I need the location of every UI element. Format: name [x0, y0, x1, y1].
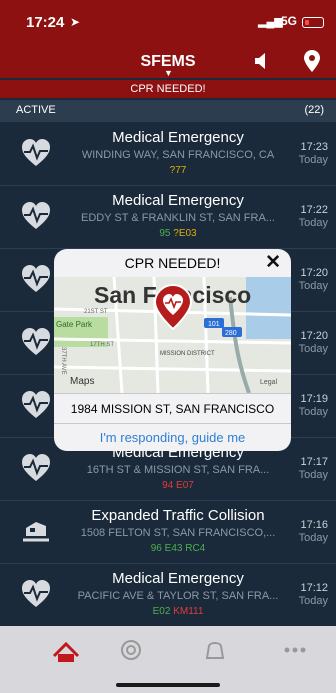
incident-address: 1984 MISSION ST, SAN FRANCISCO [54, 393, 291, 424]
incident-units: 96 E43 RC4 [60, 543, 296, 554]
incident-time: 17:20 Today [299, 330, 328, 356]
incident-time: 17:23 Today [299, 141, 328, 167]
incident-row[interactable]: Expanded Traffic Collision 1508 FELTON ST… [0, 500, 336, 564]
day-value: Today [298, 217, 328, 229]
day-value: Today [298, 406, 328, 418]
active-section-header: ACTIVE (22) [0, 100, 336, 122]
location-pin-icon[interactable] [304, 50, 320, 72]
day-value: Today [298, 280, 328, 292]
app-header: SFEMS ▼ [0, 44, 336, 78]
bay-water [246, 277, 291, 339]
time-value: 17:19 [300, 393, 328, 405]
map-street-label: 37TH AVE [60, 347, 66, 375]
network-type: 5G [281, 14, 298, 28]
day-value: Today [298, 154, 328, 166]
cpr-alert-dialog: CPR NEEDED! ✕ San Francisco Gate Park 21… [54, 249, 291, 451]
unit-badge: E43 [164, 543, 183, 554]
map-highway-label: 280 [225, 330, 237, 337]
map-view[interactable]: San Francisco Gate Park 21ST ST 17TH ST … [54, 277, 291, 393]
map-park-label: Gate Park [56, 320, 93, 329]
unit-badge: ?77 [169, 165, 187, 176]
map-highway-label: 101 [208, 321, 220, 328]
legal-link: Legal [260, 379, 278, 386]
unit-badge: ?E03 [173, 228, 197, 239]
tab-more-icon[interactable] [275, 636, 315, 664]
day-value: Today [298, 469, 328, 481]
heartbeat-icon [22, 139, 50, 166]
incident-address: WINDING WAY, SAN FRANCISCO, CA [81, 149, 275, 161]
heartbeat-icon [22, 580, 50, 607]
map-street-label: 17TH ST [90, 342, 114, 348]
incident-time: 17:17 Today [299, 456, 328, 482]
time-value: 17:20 [300, 267, 328, 279]
unit-badge: 95 [159, 228, 171, 239]
incident-row[interactable]: Medical Emergency WINDING WAY, SAN FRANCI… [0, 122, 336, 186]
day-value: Today [298, 532, 328, 544]
incident-row[interactable]: Medical Emergency PACIFIC AVE & TAYLOR ST… [0, 563, 336, 626]
tab-alerts-icon[interactable] [195, 636, 235, 664]
speaker-icon[interactable] [254, 52, 270, 70]
cpr-banner[interactable]: CPR NEEDED! [0, 80, 336, 98]
signal-icon: ▂▄▆ [258, 16, 283, 28]
incident-time: 17:16 Today [299, 519, 328, 545]
unit-badge: 96 [150, 543, 162, 554]
active-count: (22) [304, 104, 324, 116]
incident-address: 16TH ST & MISSION ST, SAN FRA... [86, 464, 270, 476]
tab-incidents-icon[interactable] [46, 636, 86, 664]
incident-address: PACIFIC AVE & TAYLOR ST, SAN FRA... [77, 590, 279, 602]
heartbeat-icon [22, 265, 50, 292]
battery-icon [302, 17, 324, 28]
incident-title: Medical Emergency [112, 570, 244, 587]
day-value: Today [298, 595, 328, 607]
incident-title: Medical Emergency [112, 129, 244, 146]
close-icon[interactable]: ✕ [265, 252, 281, 274]
day-value: Today [298, 343, 328, 355]
incident-address: 1508 FELTON ST, SAN FRANCISCO,... [80, 527, 276, 539]
incident-units: 94 E07 [60, 480, 296, 491]
heartbeat-icon [22, 391, 50, 418]
heartbeat-icon [22, 202, 50, 229]
unit-badge: RC4 [185, 543, 206, 554]
incident-units: 95 ?E03 [60, 228, 296, 239]
responding-button[interactable]: I'm responding, guide me [54, 423, 291, 451]
unit-badge: 94 [162, 480, 174, 491]
incident-address: EDDY ST & FRANKLIN ST, SAN FRA... [81, 212, 275, 224]
incident-title: Expanded Traffic Collision [91, 507, 265, 524]
time-value: 17:23 [300, 141, 328, 153]
map-street-label: 21ST ST [84, 309, 108, 315]
chevron-down-icon[interactable]: ▼ [164, 68, 173, 78]
heartbeat-icon [22, 328, 50, 355]
incident-time: 17:19 Today [299, 393, 328, 419]
active-label: ACTIVE [16, 104, 56, 116]
time-value: 17:22 [300, 204, 328, 216]
time-value: 17:17 [300, 456, 328, 468]
incident-title: Medical Emergency [112, 192, 244, 209]
incident-units: ?77 [60, 165, 296, 176]
location-arrow-icon: ➤ [70, 15, 81, 29]
status-time: 17:24 [26, 14, 65, 31]
incident-time: 17:12 Today [299, 582, 328, 608]
incident-time: 17:22 Today [299, 204, 328, 230]
time-value: 17:20 [300, 330, 328, 342]
home-indicator [116, 683, 220, 687]
heartbeat-icon [22, 454, 50, 481]
unit-badge: E02 [152, 606, 171, 617]
map-district-label: MISSION DISTRICT [160, 351, 215, 357]
time-value: 17:12 [300, 582, 328, 594]
tab-aed-icon[interactable] [111, 636, 151, 664]
unit-badge: KM111 [173, 606, 204, 617]
car-crash-icon [23, 522, 49, 542]
unit-badge: E07 [176, 480, 194, 491]
dialog-title: CPR NEEDED! [124, 255, 221, 271]
incident-time: 17:20 Today [299, 267, 328, 293]
status-bar: 17:24 ➤ ▂▄▆ 5G [0, 0, 336, 44]
time-value: 17:16 [300, 519, 328, 531]
incident-row[interactable]: Medical Emergency EDDY ST & FRANKLIN ST, … [0, 185, 336, 249]
apple-maps-logo: Maps [70, 376, 94, 387]
incident-units: E02 KM111 [60, 606, 296, 617]
